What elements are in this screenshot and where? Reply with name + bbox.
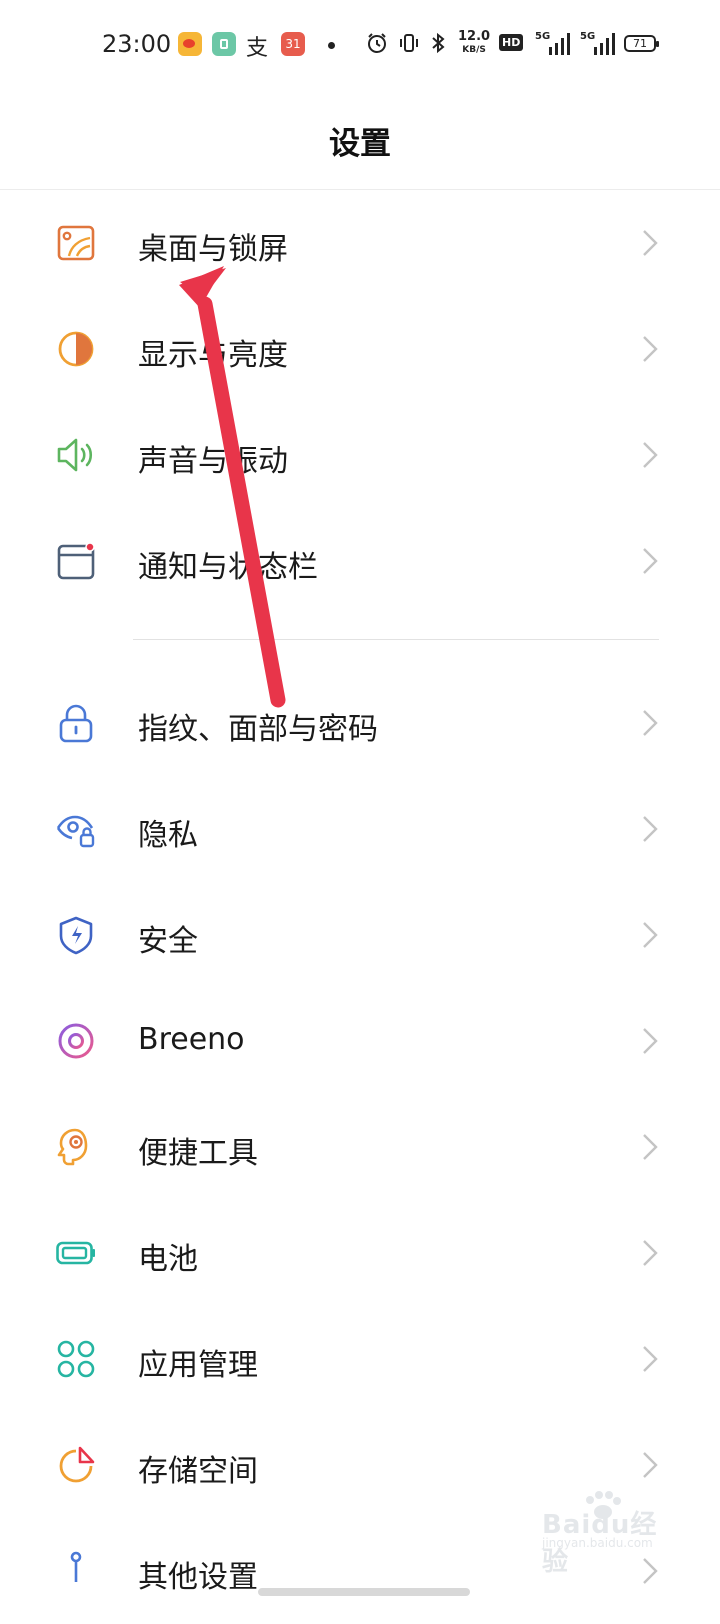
settings-item-display[interactable]: 显示与亮度 <box>0 296 720 402</box>
chevron-right-icon <box>641 920 659 950</box>
chevron-right-icon <box>641 440 659 470</box>
battery-icon <box>56 1233 96 1273</box>
settings-item-label: Breeno <box>138 1022 245 1057</box>
signal-icon-sim2: 5G <box>580 31 618 55</box>
chevron-right-icon <box>641 1132 659 1162</box>
settings-item-battery[interactable]: 电池 <box>0 1200 720 1306</box>
storage-pie-icon <box>56 1445 96 1485</box>
notification-icon <box>56 541 96 581</box>
settings-item-label: 其他设置 <box>138 1560 258 1595</box>
shield-icon <box>56 915 96 955</box>
page-title: 设置 <box>329 126 391 162</box>
calendar-icon: 31 <box>281 32 305 56</box>
settings-item-label: 存储空间 <box>138 1454 258 1489</box>
chevron-right-icon <box>641 546 659 576</box>
chevron-right-icon <box>641 1344 659 1374</box>
apps-grid-icon <box>56 1339 96 1379</box>
chevron-right-icon <box>641 1238 659 1268</box>
settings-item-label: 指纹、面部与密码 <box>138 712 378 747</box>
settings-item-label: 便捷工具 <box>138 1136 258 1171</box>
battery-indicator: 71 <box>624 35 659 52</box>
home-indicator[interactable] <box>258 1588 470 1596</box>
breeno-icon <box>56 1021 96 1061</box>
hd-badge: HD <box>499 34 524 51</box>
dot-icon <box>328 42 335 49</box>
alipay-icon: 支 <box>246 36 269 61</box>
vibrate-icon <box>398 32 420 59</box>
settings-item-security[interactable]: 安全 <box>0 882 720 988</box>
settings-item-breeno[interactable]: Breeno <box>0 988 720 1094</box>
watermark-url: jingyan.baidu.com <box>542 1536 653 1550</box>
settings-item-label: 安全 <box>138 924 198 959</box>
weibo-icon <box>178 32 202 56</box>
settings-item-label: 通知与状态栏 <box>138 550 318 585</box>
settings-item-label: 隐私 <box>138 818 198 853</box>
settings-item-label: 显示与亮度 <box>138 338 288 373</box>
chevron-right-icon <box>641 814 659 844</box>
status-time: 23:00 <box>102 30 172 58</box>
alarm-icon <box>366 32 388 59</box>
chevron-right-icon <box>641 1026 659 1056</box>
privacy-eye-icon <box>56 809 96 849</box>
baidu-watermark: Baidu经验 jingyan.baidu.com <box>540 1490 680 1577</box>
settings-item-label: 声音与振动 <box>138 444 288 479</box>
lock-icon <box>56 703 96 743</box>
settings-item-tools[interactable]: 便捷工具 <box>0 1094 720 1200</box>
settings-item-label: 电池 <box>138 1242 198 1277</box>
bluetooth-icon <box>430 32 446 59</box>
wallpaper-icon <box>56 223 96 263</box>
group-divider <box>133 639 659 640</box>
app-icon <box>212 32 236 56</box>
chevron-right-icon <box>641 334 659 364</box>
tools-head-icon <box>56 1127 96 1167</box>
settings-item-app-management[interactable]: 应用管理 <box>0 1306 720 1412</box>
chevron-right-icon <box>641 708 659 738</box>
speaker-icon <box>56 435 96 475</box>
net-speed: 12.0 KB/S <box>458 29 491 55</box>
settings-item-privacy[interactable]: 隐私 <box>0 776 720 882</box>
settings-item-wallpaper[interactable]: 桌面与锁屏 <box>0 190 720 296</box>
settings-item-label: 桌面与锁屏 <box>138 232 288 267</box>
chevron-right-icon <box>641 1450 659 1480</box>
settings-item-security-password[interactable]: 指纹、面部与密码 <box>0 670 720 776</box>
settings-item-notifications[interactable]: 通知与状态栏 <box>0 508 720 614</box>
other-settings-icon <box>56 1551 96 1591</box>
status-bar: 23:00 支 31 12.0 KB/S HD 5G 5G 71 <box>0 0 720 90</box>
signal-icon-sim1: 5G <box>535 31 573 55</box>
settings-item-sound[interactable]: 声音与振动 <box>0 402 720 508</box>
settings-item-label: 应用管理 <box>138 1348 258 1383</box>
brightness-icon <box>56 329 96 369</box>
chevron-right-icon <box>641 228 659 258</box>
